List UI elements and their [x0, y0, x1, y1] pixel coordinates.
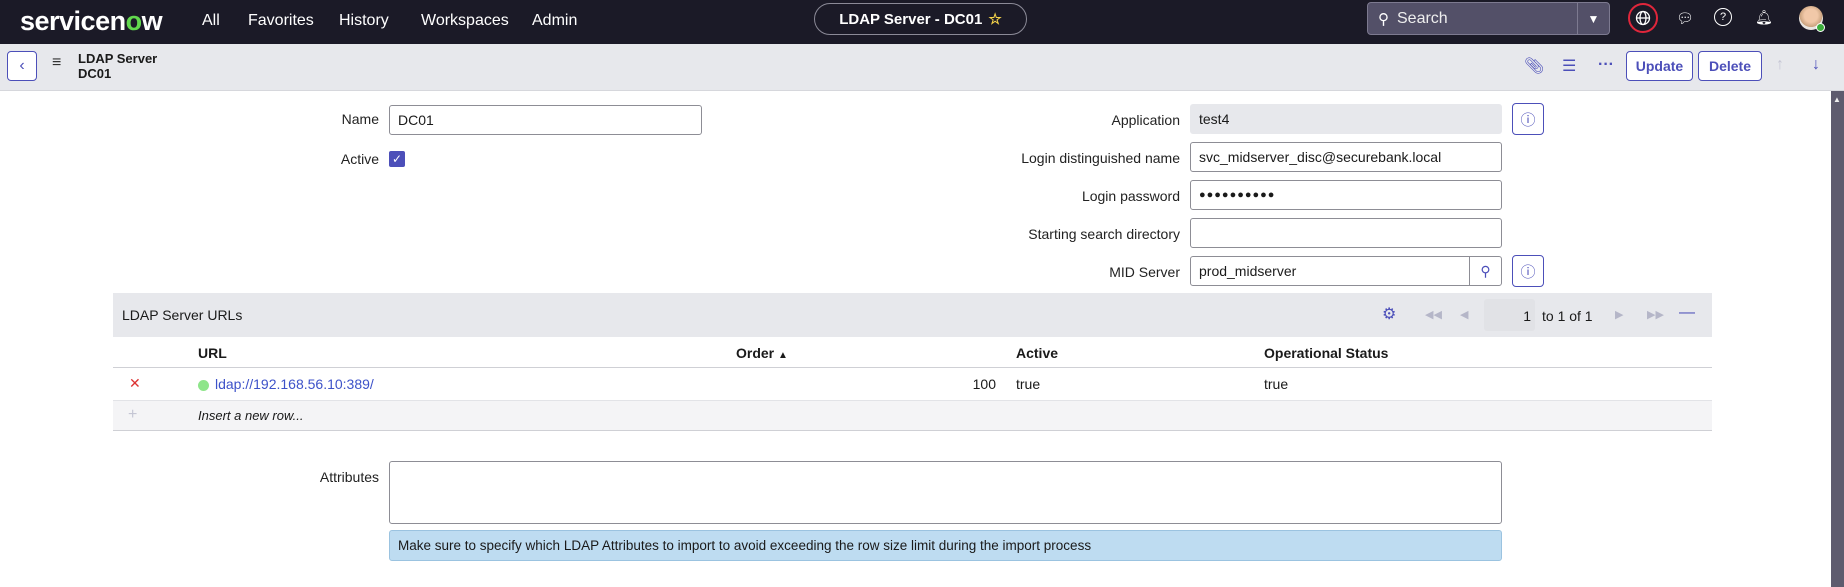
online-status-icon	[1816, 23, 1825, 32]
related-list-header: LDAP Server URLs ⚙ ◀◀ ◀ 1 to 1 of 1 ▶ ▶▶…	[113, 293, 1712, 337]
previous-record-icon[interactable]: ↑	[1776, 56, 1784, 74]
page-input[interactable]: 1	[1484, 299, 1535, 331]
chat-icon[interactable]: 💬︎	[1676, 10, 1694, 27]
column-operational-status[interactable]: Operational Status	[1264, 345, 1388, 361]
insert-row-label[interactable]: Insert a new row...	[198, 408, 304, 423]
record-title: LDAP Server - DC01	[839, 11, 982, 28]
search-input[interactable]: Search	[1397, 10, 1577, 28]
url-link[interactable]: ldap://192.168.56.10:389/	[215, 376, 374, 392]
form-title: LDAP Server DC01	[78, 51, 157, 81]
mid-server-label: MID Server	[880, 264, 1180, 280]
lookup-search-icon[interactable]: ⚲	[1469, 257, 1501, 285]
attributes-info-message: Make sure to specify which LDAP Attribut…	[389, 530, 1502, 561]
application-info-button[interactable]: ⓘ	[1512, 103, 1544, 135]
delete-button[interactable]: Delete	[1698, 51, 1762, 81]
update-button[interactable]: Update	[1626, 51, 1693, 81]
application-field: test4	[1190, 104, 1502, 134]
servicenow-logo[interactable]: servicenow	[20, 6, 162, 37]
next-record-icon[interactable]: ↓	[1812, 56, 1820, 74]
column-order[interactable]: Order ▲	[736, 345, 788, 361]
table-name: LDAP Server	[78, 51, 157, 66]
context-menu-icon[interactable]: ≡	[52, 54, 61, 72]
active-checkbox[interactable]: ✓	[389, 151, 405, 167]
previous-page-icon[interactable]: ◀	[1460, 308, 1468, 321]
search-scope-dropdown[interactable]: ▼	[1577, 3, 1609, 34]
attributes-textarea[interactable]	[389, 461, 1502, 524]
column-order-label: Order	[736, 345, 774, 361]
sort-ascending-icon: ▲	[778, 350, 788, 361]
star-icon[interactable]: ☆	[988, 10, 1001, 28]
last-page-icon[interactable]: ▶▶	[1647, 308, 1664, 321]
related-list-title: LDAP Server URLs	[122, 307, 242, 323]
login-dn-input[interactable]: svc_midserver_disc@securebank.local	[1190, 142, 1502, 172]
globe-icon[interactable]	[1628, 3, 1658, 33]
table-row: ✕ ldap://192.168.56.10:389/ 100 true tru…	[113, 368, 1712, 401]
nav-history[interactable]: History	[339, 12, 389, 30]
global-search[interactable]: ⚲ Search ▼	[1367, 2, 1610, 35]
bell-icon[interactable]: 🔔︎	[1755, 9, 1773, 26]
mid-server-input[interactable]: prod_midserver ⚲	[1190, 256, 1502, 286]
nav-workspaces[interactable]: Workspaces	[421, 12, 509, 30]
search-icon: ⚲	[1378, 10, 1389, 28]
mid-server-value: prod_midserver	[1199, 263, 1469, 279]
record-name: DC01	[78, 66, 157, 81]
column-url[interactable]: URL	[198, 345, 227, 361]
application-label: Application	[880, 112, 1180, 128]
plus-icon: +	[128, 406, 137, 424]
form-header: ‹ ≡ LDAP Server DC01 📎︎ ☰ ··· Update Del…	[0, 44, 1844, 91]
column-active[interactable]: Active	[1016, 345, 1058, 361]
top-nav: servicenow All Favorites History Workspa…	[0, 0, 1844, 44]
login-dn-label: Login distinguished name	[880, 150, 1180, 166]
status-dot-icon	[198, 380, 209, 391]
first-page-icon[interactable]: ◀◀	[1425, 308, 1442, 321]
search-directory-input[interactable]	[1190, 218, 1502, 248]
help-icon[interactable]: ?	[1714, 8, 1732, 26]
avatar[interactable]	[1799, 6, 1823, 30]
login-password-input[interactable]: ●●●●●●●●●●	[1190, 180, 1502, 210]
more-icon[interactable]: ···	[1598, 56, 1614, 74]
name-label: Name	[79, 111, 379, 127]
scrollbar[interactable]: ▲	[1831, 91, 1844, 587]
gear-icon[interactable]: ⚙	[1382, 304, 1396, 324]
mid-server-info-button[interactable]: ⓘ	[1512, 255, 1544, 287]
delete-row-icon[interactable]: ✕	[129, 375, 141, 392]
nav-all[interactable]: All	[202, 12, 220, 30]
order-cell: 100	[893, 376, 996, 392]
nav-admin[interactable]: Admin	[532, 12, 577, 30]
active-label: Active	[79, 151, 379, 167]
collapse-icon[interactable]: —	[1679, 304, 1695, 322]
attributes-label: Attributes	[79, 469, 379, 485]
insert-row[interactable]: + Insert a new row...	[113, 401, 1712, 431]
record-title-pill[interactable]: LDAP Server - DC01 ☆	[814, 3, 1027, 35]
search-directory-label: Starting search directory	[880, 226, 1180, 242]
operational-status-cell: true	[1264, 376, 1288, 392]
login-password-label: Login password	[880, 188, 1180, 204]
active-cell: true	[1016, 376, 1040, 392]
back-button[interactable]: ‹	[7, 51, 37, 81]
page-range: to 1 of 1	[1542, 308, 1593, 324]
paperclip-icon[interactable]: 📎︎	[1524, 56, 1544, 76]
name-input[interactable]: DC01	[389, 105, 702, 135]
sliders-icon[interactable]: ☰	[1562, 56, 1576, 76]
nav-favorites[interactable]: Favorites	[248, 12, 314, 30]
column-header-row: URL Order ▲ Active Operational Status	[113, 337, 1712, 368]
next-page-icon[interactable]: ▶	[1615, 308, 1623, 321]
